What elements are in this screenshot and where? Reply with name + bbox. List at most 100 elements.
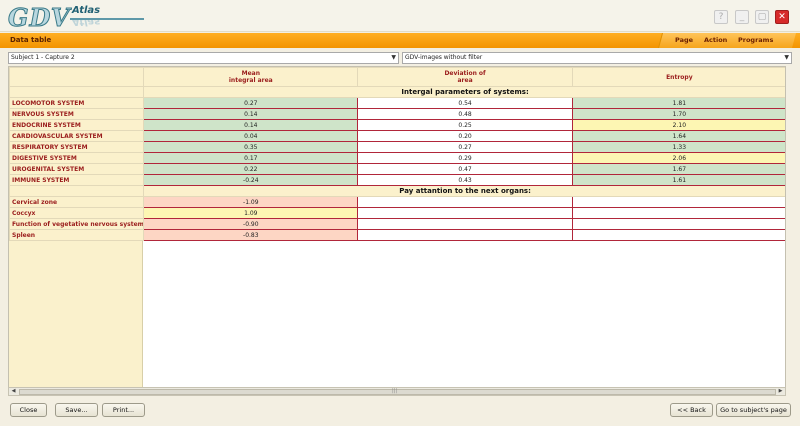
close-icon[interactable]: ✕ [775, 10, 789, 24]
mean-cell[interactable]: -0.90 [143, 218, 359, 230]
entropy-cell[interactable]: 1.81 [571, 97, 785, 109]
minimize-icon[interactable]: _ [735, 10, 749, 24]
logo-underline [70, 18, 144, 20]
entropy-cell[interactable] [571, 218, 785, 230]
deviation-cell[interactable]: 0.25 [357, 119, 573, 131]
mean-cell[interactable]: -0.24 [143, 174, 359, 186]
logo-atlas-text: Atlas [72, 5, 101, 16]
row-label: ENDOCRINE SYSTEM [9, 119, 145, 131]
table-row[interactable]: Spleen -0.83 [9, 229, 785, 241]
mean-cell[interactable]: -1.09 [143, 196, 359, 208]
entropy-cell[interactable]: 1.33 [571, 141, 785, 153]
table-row[interactable]: RESPIRATORY SYSTEM 0.35 0.27 1.33 [9, 141, 785, 153]
deviation-cell[interactable]: 0.20 [357, 130, 573, 142]
deviation-cell[interactable]: 0.47 [357, 163, 573, 175]
deviation-cell[interactable]: 0.43 [357, 174, 573, 186]
deviation-cell[interactable] [357, 218, 573, 230]
page-title: Data table [10, 36, 52, 44]
menu-page[interactable]: Page [675, 35, 693, 48]
entropy-cell[interactable] [571, 207, 785, 219]
subject-capture-select[interactable]: Subject 1 - Capture 2 ▼ [8, 52, 399, 64]
table-row[interactable]: Function of vegetative nervous system -0.… [9, 218, 785, 230]
scrollbar-grip: ||| [392, 388, 398, 394]
entropy-cell[interactable]: 1.67 [571, 163, 785, 175]
save-button[interactable]: Save... [55, 403, 98, 417]
row-label: NERVOUS SYSTEM [9, 108, 145, 120]
subject-capture-value: Subject 1 - Capture 2 [11, 54, 75, 61]
entropy-cell[interactable]: 1.64 [571, 130, 785, 142]
entropy-cell[interactable]: 2.06 [571, 152, 785, 164]
section-title-organs: Pay attantion to the next organs: [143, 185, 785, 197]
deviation-cell[interactable] [357, 196, 573, 208]
section-header-row: Pay attantion to the next organs: [9, 185, 785, 197]
scroll-left-icon[interactable]: ◀ [9, 388, 18, 395]
entropy-cell[interactable]: 1.70 [571, 108, 785, 120]
table-row[interactable]: UROGENITAL SYSTEM 0.22 0.47 1.67 [9, 163, 785, 175]
mean-cell[interactable]: 0.04 [143, 130, 359, 142]
section-header-row: Intergal parameters of systems: [9, 86, 785, 98]
deviation-cell[interactable] [357, 207, 573, 219]
row-label: LOCOMOTOR SYSTEM [9, 97, 145, 109]
mean-cell[interactable]: 0.17 [143, 152, 359, 164]
deviation-cell[interactable]: 0.29 [357, 152, 573, 164]
data-table: Mean integral area Deviation of area Entropy… [8, 66, 786, 388]
row-label: CARDIOVASCULAR SYSTEM [9, 130, 145, 142]
print-button[interactable]: Print... [102, 403, 145, 417]
scrollbar-thumb[interactable]: ||| [19, 388, 776, 395]
horizontal-scrollbar[interactable]: ◀ ||| ▶ [8, 387, 786, 396]
table-row[interactable]: LOCOMOTOR SYSTEM 0.27 0.54 1.81 [9, 97, 785, 109]
maximize-icon[interactable]: ▢ [755, 10, 769, 24]
table-row[interactable]: NERVOUS SYSTEM 0.14 0.48 1.70 [9, 108, 785, 120]
section-spacer [9, 86, 145, 98]
go-to-subject-page-button[interactable]: Go to subject's page [716, 403, 791, 417]
image-filter-select[interactable]: GDV-images without filter ▼ [402, 52, 792, 64]
entropy-cell[interactable] [571, 196, 785, 208]
scroll-right-icon[interactable]: ▶ [776, 388, 785, 395]
table-row[interactable]: DIGESTIVE SYSTEM 0.17 0.29 2.06 [9, 152, 785, 164]
mean-cell[interactable]: -0.83 [143, 229, 359, 241]
row-label: IMMUNE SYSTEM [9, 174, 145, 186]
mean-cell[interactable]: 0.14 [143, 119, 359, 131]
chevron-down-icon: ▼ [784, 54, 789, 61]
row-label: Function of vegetative nervous system [9, 218, 145, 230]
table-header-row: Mean integral area Deviation of area Entropy [9, 67, 785, 87]
help-icon[interactable]: ? [714, 10, 728, 24]
chevron-down-icon: ▼ [391, 54, 396, 61]
row-label: Coccyx [9, 207, 145, 219]
data-grid: Mean integral area Deviation of area Entropy… [9, 67, 785, 241]
mean-cell[interactable]: 1.09 [143, 207, 359, 219]
corner-cell [9, 67, 145, 87]
logo-gdv-text: GDV [8, 3, 71, 33]
entropy-cell[interactable]: 2.10 [571, 119, 785, 131]
column-header-entropy[interactable]: Entropy [571, 67, 785, 87]
back-button[interactable]: << Back [670, 403, 713, 417]
menu-action[interactable]: Action [704, 35, 727, 48]
table-row[interactable]: ENDOCRINE SYSTEM 0.14 0.25 2.10 [9, 119, 785, 131]
row-label: DIGESTIVE SYSTEM [9, 152, 145, 164]
close-button[interactable]: Close [10, 403, 47, 417]
column-header-deviation[interactable]: Deviation of area [357, 67, 573, 87]
table-row[interactable]: Cervical zone -1.09 [9, 196, 785, 208]
row-label: UROGENITAL SYSTEM [9, 163, 145, 175]
header-bar: Data table Page Action Programs [0, 33, 800, 48]
deviation-cell[interactable]: 0.27 [357, 141, 573, 153]
entropy-cell[interactable]: 1.61 [571, 174, 785, 186]
section-title-systems: Intergal parameters of systems: [143, 86, 785, 98]
deviation-cell[interactable] [357, 229, 573, 241]
image-filter-value: GDV-images without filter [405, 54, 483, 61]
deviation-cell[interactable]: 0.48 [357, 108, 573, 120]
entropy-cell[interactable] [571, 229, 785, 241]
mean-cell[interactable]: 0.27 [143, 97, 359, 109]
table-row[interactable]: CARDIOVASCULAR SYSTEM 0.04 0.20 1.64 [9, 130, 785, 142]
mean-cell[interactable]: 0.35 [143, 141, 359, 153]
row-label: Cervical zone [9, 196, 145, 208]
title-bar: GDV Atlas Atlas ? _ ▢ ✕ [0, 0, 800, 33]
menu-programs[interactable]: Programs [738, 35, 773, 48]
deviation-cell[interactable]: 0.54 [357, 97, 573, 109]
mean-cell[interactable]: 0.14 [143, 108, 359, 120]
table-row[interactable]: IMMUNE SYSTEM -0.24 0.43 1.61 [9, 174, 785, 186]
row-label: Spleen [9, 229, 145, 241]
mean-cell[interactable]: 0.22 [143, 163, 359, 175]
table-row[interactable]: Coccyx 1.09 [9, 207, 785, 219]
column-header-mean[interactable]: Mean integral area [143, 67, 359, 87]
